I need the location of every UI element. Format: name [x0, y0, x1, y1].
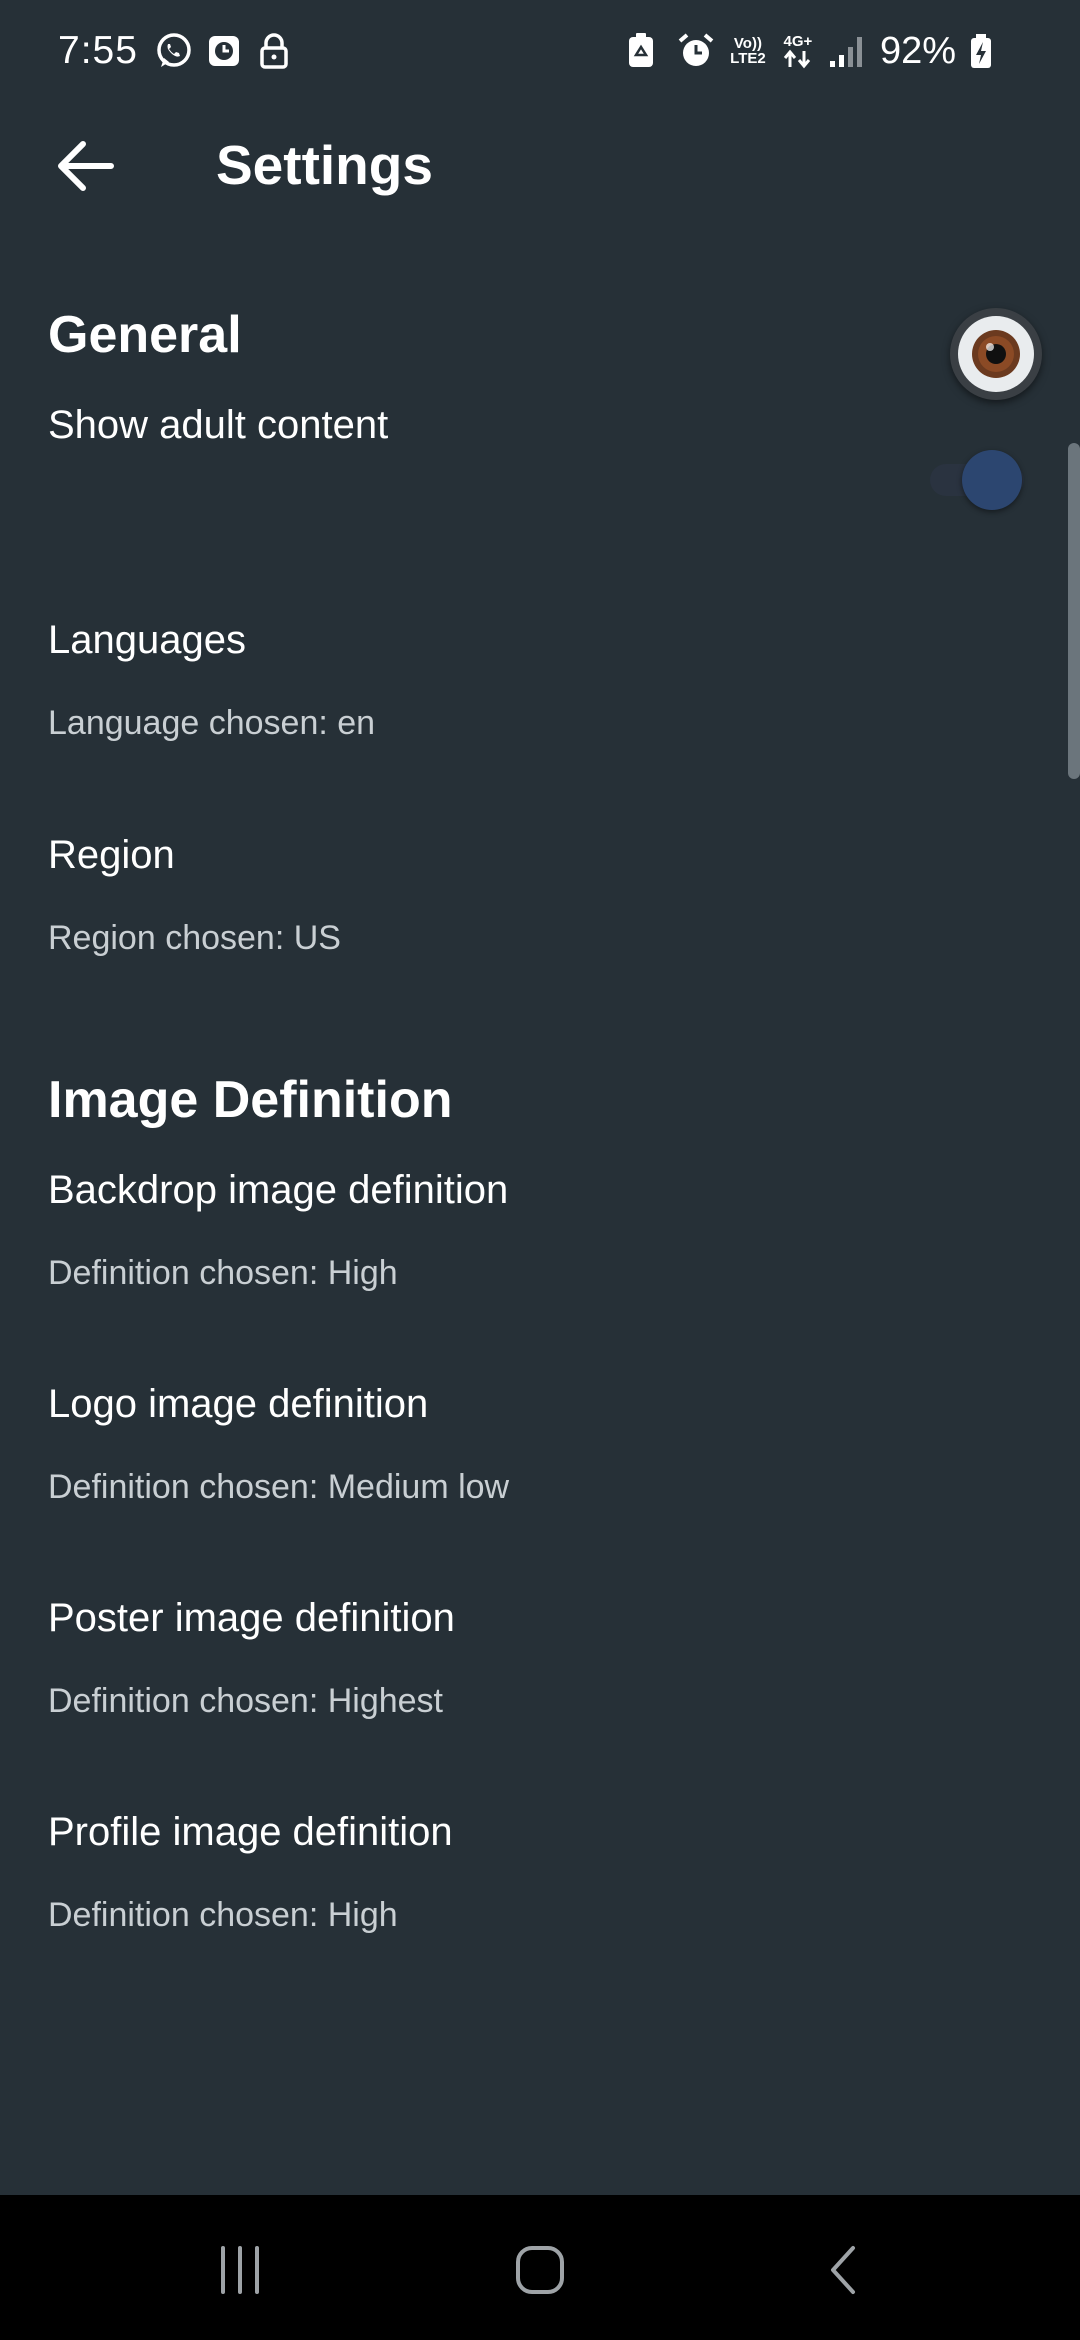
- pref-summary: Definition chosen: High: [48, 1896, 398, 1934]
- pref-summary: Definition chosen: Highest: [48, 1682, 444, 1720]
- pref-title: Show adult content: [48, 403, 389, 447]
- volte-label-top: Vo)): [733, 35, 762, 52]
- pref-profile-image-definition[interactable]: Profile image definition Definition chos…: [0, 1807, 1060, 1982]
- recents-button[interactable]: [180, 2225, 300, 2315]
- whatsapp-icon: [154, 31, 194, 71]
- pref-show-adult-content[interactable]: Show adult content: [0, 400, 1060, 560]
- data-arrows-icon: 4G+: [780, 34, 816, 69]
- lock-icon: [254, 31, 294, 71]
- pref-summary: Definition chosen: High: [48, 1254, 398, 1292]
- volte-icon: Vo)) LTE2: [728, 36, 768, 66]
- status-bar: 7:55 Vo)) LTE2 4G+ 92%: [0, 0, 1080, 100]
- status-left-group: 7:55: [58, 26, 294, 76]
- adult-content-toggle[interactable]: [924, 444, 1030, 514]
- recents-icon: [221, 2246, 259, 2294]
- pref-logo-image-definition[interactable]: Logo image definition Definition chosen:…: [0, 1379, 1060, 1554]
- eye-icon[interactable]: [950, 308, 1042, 400]
- toggle-thumb: [962, 450, 1022, 510]
- status-right-group: Vo)) LTE2 4G+ 92%: [624, 26, 1008, 76]
- home-button[interactable]: [480, 2225, 600, 2315]
- back-button[interactable]: [40, 126, 130, 206]
- pref-title: Languages: [48, 618, 246, 662]
- section-header-general: General: [48, 306, 242, 364]
- pref-summary: Language chosen: en: [48, 704, 376, 742]
- scrollbar[interactable]: [1068, 443, 1080, 779]
- home-icon: [516, 2246, 564, 2294]
- pref-summary: Region chosen: US: [48, 919, 341, 957]
- signal-icon: [828, 31, 868, 71]
- pref-title: Poster image definition: [48, 1596, 455, 1640]
- pref-title: Profile image definition: [48, 1810, 453, 1854]
- alarm-icon: [676, 31, 716, 71]
- volte-label-bottom: LTE2: [730, 50, 766, 67]
- pref-title: Region: [48, 833, 175, 877]
- status-time: 7:55: [58, 29, 138, 72]
- app-bar: Settings: [0, 100, 1080, 235]
- pref-backdrop-image-definition[interactable]: Backdrop image definition Definition cho…: [0, 1165, 1060, 1340]
- system-nav-bar: [0, 2195, 1080, 2340]
- clock-app-icon: [204, 31, 244, 71]
- arrow-left-icon: [58, 141, 114, 191]
- network-type-label: 4G+: [783, 32, 813, 50]
- pref-title: Backdrop image definition: [48, 1168, 509, 1212]
- nav-back-button[interactable]: [785, 2225, 905, 2315]
- pref-poster-image-definition[interactable]: Poster image definition Definition chose…: [0, 1593, 1060, 1768]
- pref-region[interactable]: Region Region chosen: US: [0, 830, 1060, 1005]
- section-header-image-definition: Image Definition: [48, 1071, 453, 1129]
- battery-percent: 92%: [879, 29, 956, 72]
- battery-charging-icon: [968, 31, 1008, 71]
- pref-title: Logo image definition: [48, 1382, 429, 1426]
- pref-summary: Definition chosen: Medium low: [48, 1468, 510, 1506]
- page-title: Settings: [216, 134, 433, 196]
- pref-languages[interactable]: Languages Language chosen: en: [0, 615, 1060, 790]
- nav-back-icon: [831, 2246, 855, 2294]
- recycle-icon: [624, 31, 664, 71]
